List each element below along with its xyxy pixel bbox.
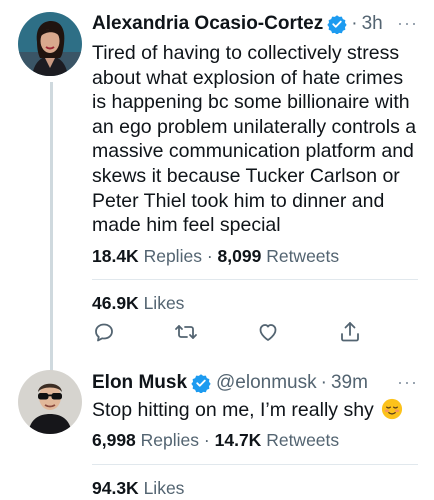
tweet-likes-stats: 46.9K Likes: [92, 293, 184, 314]
divider: [92, 464, 418, 465]
replies-label[interactable]: Replies: [144, 246, 202, 266]
separator-dot: ·: [320, 372, 327, 393]
likes-count[interactable]: 94.3K: [92, 478, 139, 498]
tweet-elon[interactable]: Elon Musk @elonmusk · 39m ··· Stop hitti…: [0, 360, 434, 500]
like-icon[interactable]: [256, 320, 280, 344]
divider: [92, 279, 418, 280]
retweets-label[interactable]: Retweets: [266, 430, 339, 450]
likes-label[interactable]: Likes: [144, 293, 185, 313]
tweet-header: Elon Musk @elonmusk · 39m: [92, 372, 368, 394]
tweet-engagement-stats: 18.4K Replies · 8,099 Retweets: [92, 246, 339, 267]
likes-label[interactable]: Likes: [144, 478, 185, 498]
replies-count[interactable]: 18.4K: [92, 246, 139, 266]
verified-badge-icon: [327, 14, 347, 34]
separator-dot: ·: [351, 13, 358, 34]
more-icon[interactable]: ···: [397, 13, 418, 34]
tweet-timestamp[interactable]: 3h: [362, 13, 383, 35]
relieved-face-emoji-icon: [381, 398, 403, 420]
replies-count[interactable]: 6,998: [92, 430, 136, 450]
thread-line: [50, 82, 53, 372]
avatar-elon[interactable]: [18, 370, 82, 434]
tweet-header: Alexandria Ocasio-Cortez · 3h: [92, 13, 383, 35]
separator-dot: ·: [203, 430, 210, 450]
likes-count[interactable]: 46.9K: [92, 293, 139, 313]
author-name[interactable]: Alexandria Ocasio-Cortez: [92, 13, 323, 35]
retweets-count[interactable]: 14.7K: [215, 430, 262, 450]
share-icon[interactable]: [338, 320, 362, 344]
reply-icon[interactable]: [92, 320, 116, 344]
retweets-label[interactable]: Retweets: [266, 246, 339, 266]
verified-badge-icon: [191, 373, 211, 393]
replies-label[interactable]: Replies: [141, 430, 199, 450]
tweet-aoc[interactable]: Alexandria Ocasio-Cortez · 3h ··· Tired …: [0, 0, 434, 372]
tweet-actions: [92, 320, 382, 346]
tweet-engagement-stats: 6,998 Replies · 14.7K Retweets: [92, 430, 339, 451]
tweet-timestamp[interactable]: 39m: [331, 372, 368, 394]
tweet-text: Stop hitting on me, I’m really shy: [92, 398, 422, 423]
more-icon[interactable]: ···: [397, 372, 418, 393]
author-name[interactable]: Elon Musk: [92, 372, 187, 394]
author-handle[interactable]: @elonmusk: [216, 372, 317, 394]
retweets-count[interactable]: 8,099: [218, 246, 262, 266]
avatar-aoc[interactable]: [18, 12, 82, 76]
tweet-likes-stats: 94.3K Likes: [92, 478, 184, 499]
separator-dot: ·: [206, 246, 213, 266]
tweet-text: Tired of having to collectively stress a…: [92, 42, 417, 237]
retweet-icon[interactable]: [174, 320, 198, 344]
